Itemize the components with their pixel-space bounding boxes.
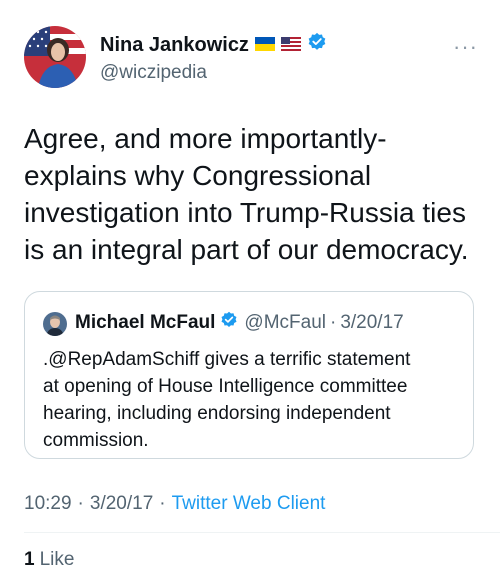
ukraine-flag-icon bbox=[254, 34, 275, 57]
quoted-header: Michael McFaul @McFaul · 3/20/17 bbox=[75, 311, 404, 335]
quoted-author-handle: @McFaul bbox=[244, 312, 326, 333]
verified-badge-icon bbox=[220, 311, 238, 335]
author-name-text: Nina Jankowicz bbox=[100, 33, 249, 56]
us-flag-icon bbox=[280, 34, 301, 57]
likes-count: 1 bbox=[24, 549, 35, 570]
quoted-date: 3/20/17 bbox=[340, 312, 404, 333]
tweet-date[interactable]: 3/20/17 bbox=[90, 493, 153, 514]
quoted-text-line: hearing, including endorsing independent bbox=[43, 403, 391, 424]
quoted-text-line: .@RepAdamSchiff gives a terrific stateme… bbox=[43, 349, 411, 370]
separator-dot: · bbox=[330, 312, 337, 333]
tweet-meta: 10:29 · 3/20/17 · Twitter Web Client bbox=[24, 493, 325, 515]
quoted-text-line: commission. bbox=[43, 430, 149, 451]
tweet-time[interactable]: 10:29 bbox=[24, 493, 72, 514]
divider bbox=[24, 532, 500, 533]
likes-label: Like bbox=[39, 549, 75, 570]
verified-badge-icon bbox=[307, 32, 327, 58]
quoted-text-line: at opening of House Intelligence committ… bbox=[43, 376, 408, 397]
author-handle[interactable]: @wiczipedia bbox=[100, 62, 207, 84]
quoted-author-name: Michael McFaul bbox=[75, 312, 216, 333]
tweet-text-line: investigation into Trump-Russia ties bbox=[24, 197, 466, 228]
tweet-text: Agree, and more importantly- explains wh… bbox=[24, 120, 484, 268]
tweet-source-link[interactable]: Twitter Web Client bbox=[172, 493, 326, 514]
tweet-text-line: is an integral part of our democracy. bbox=[24, 234, 469, 265]
tweet-text-line: explains why Congressional bbox=[24, 160, 372, 191]
likes-link[interactable]: 1 Like bbox=[24, 549, 74, 571]
separator-dot: · bbox=[77, 493, 84, 514]
quoted-tweet[interactable]: Michael McFaul @McFaul · 3/20/17 .@RepAd… bbox=[24, 291, 474, 459]
tweet: Nina Jankowicz @wiczipedia · ·· Agree, an… bbox=[0, 0, 500, 581]
quoted-author-avatar bbox=[43, 312, 67, 336]
author-name[interactable]: Nina Jankowicz bbox=[100, 32, 327, 58]
separator-dot: · bbox=[159, 493, 166, 514]
quoted-text: .@RepAdamSchiff gives a terrific stateme… bbox=[43, 346, 463, 454]
author-avatar[interactable] bbox=[24, 26, 86, 88]
tweet-text-line: Agree, and more importantly- bbox=[24, 123, 387, 154]
more-options-icon[interactable]: ··· bbox=[453, 34, 478, 60]
